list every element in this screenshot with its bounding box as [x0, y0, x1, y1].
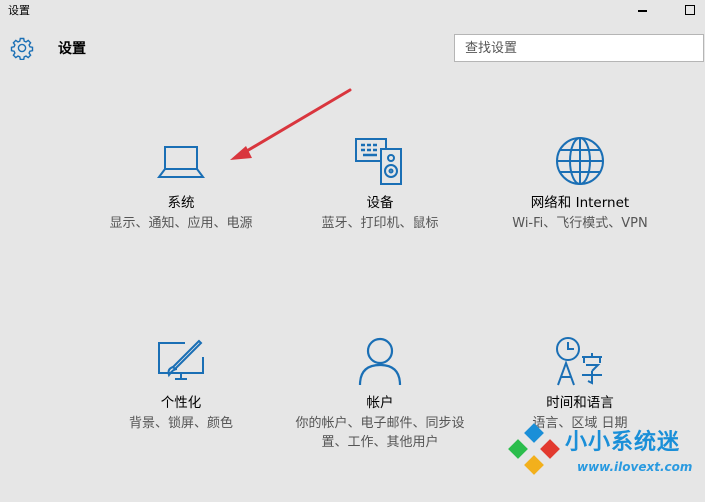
- watermark-url: www.ilovext.com: [577, 460, 693, 474]
- gear-icon: [10, 37, 34, 60]
- watermark-brand: 小小系统迷: [565, 430, 681, 455]
- tile-devices-label: 设备: [366, 195, 394, 211]
- maximize-button[interactable]: [670, 0, 705, 20]
- globe-icon: [556, 137, 604, 185]
- tile-personalization-label: 个性化: [160, 395, 202, 411]
- tile-time-language[interactable]: 时间和语言 语言、区域 日期: [485, 335, 675, 433]
- person-icon: [358, 337, 402, 386]
- tile-personalization-desc: 背景、锁屏、颜色: [128, 416, 233, 431]
- tile-network-desc: Wi-Fi、飞行模式、VPN: [512, 216, 648, 231]
- watermark-emblem-icon: [508, 423, 560, 475]
- time-language-icon: [556, 337, 602, 386]
- tile-accounts-desc: 你的帐户、电子邮件、同步设置、工作、其他用户: [295, 416, 465, 450]
- settings-header: 设置: [0, 28, 705, 68]
- tile-accounts-label: 帐户: [366, 395, 394, 411]
- window-title: 设置: [8, 4, 30, 17]
- devices-icon: [355, 138, 402, 185]
- tile-accounts[interactable]: 帐户 你的帐户、电子邮件、同步设置、工作、其他用户: [285, 335, 475, 452]
- tile-system-label: 系统: [167, 195, 195, 211]
- tile-network[interactable]: 网络和 Internet Wi-Fi、飞行模式、VPN: [485, 135, 675, 233]
- tile-network-label: 网络和 Internet: [530, 195, 630, 211]
- maximize-icon: [685, 5, 695, 15]
- tile-system[interactable]: 系统 显示、通知、应用、电源: [86, 135, 276, 233]
- page-title: 设置: [58, 41, 86, 57]
- minimize-button[interactable]: [622, 0, 662, 20]
- minimize-icon: [637, 10, 647, 12]
- tile-devices[interactable]: 设备 蓝牙、打印机、鼠标: [285, 135, 475, 233]
- tile-devices-desc: 蓝牙、打印机、鼠标: [321, 216, 439, 231]
- search-input[interactable]: [455, 35, 703, 61]
- tile-personalization[interactable]: 个性化 背景、锁屏、颜色: [86, 335, 276, 433]
- personalization-icon: [158, 339, 204, 380]
- laptop-icon: [157, 146, 205, 178]
- watermark-logo: 小小系统迷 www.ilovext.com: [505, 422, 705, 502]
- tile-time-language-label: 时间和语言: [546, 395, 614, 411]
- tile-system-desc: 显示、通知、应用、电源: [109, 216, 253, 231]
- search-box[interactable]: [454, 34, 704, 62]
- title-bar: 设置: [0, 0, 705, 20]
